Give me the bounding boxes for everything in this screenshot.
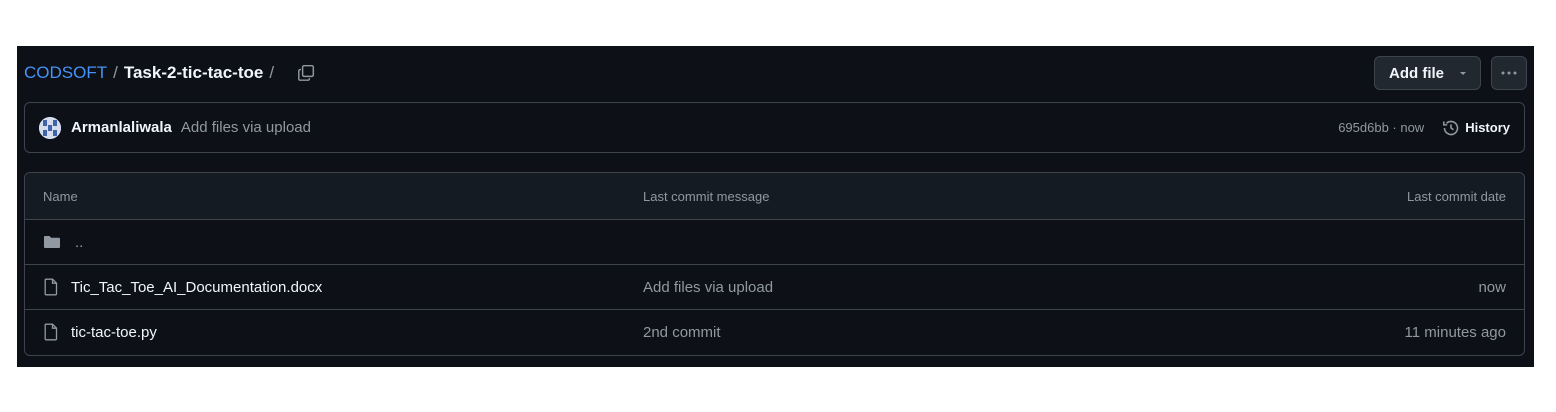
file-icon bbox=[44, 323, 58, 341]
breadcrumb-trailing-separator: / bbox=[269, 63, 275, 82]
latest-commit-bar: Armanlaliwala Add files via upload 695d6… bbox=[24, 102, 1525, 153]
copy-path-button[interactable] bbox=[292, 59, 320, 87]
breadcrumb: CODSOFT / Task-2-tic-tac-toe / bbox=[24, 54, 320, 92]
commit-message-link[interactable]: Add files via upload bbox=[181, 119, 311, 136]
commit-author-link[interactable]: Armanlaliwala bbox=[71, 119, 172, 136]
copy-icon bbox=[298, 64, 315, 81]
file-icon bbox=[44, 278, 58, 296]
column-header-commit-date: Last commit date bbox=[1407, 188, 1506, 204]
table-header-row: Name Last commit message Last commit dat… bbox=[25, 173, 1524, 219]
column-header-name: Name bbox=[43, 188, 78, 204]
path-header: CODSOFT / Task-2-tic-tac-toe / Add file bbox=[24, 54, 1527, 92]
file-table: Name Last commit message Last commit dat… bbox=[24, 172, 1525, 356]
table-row[interactable]: Tic_Tac_Toe_AI_Documentation.docx Add fi… bbox=[25, 264, 1524, 309]
column-header-commit-message: Last commit message bbox=[643, 188, 770, 204]
avatar[interactable] bbox=[39, 116, 61, 139]
folder-icon bbox=[44, 236, 60, 248]
file-commit-message-link[interactable]: Add files via upload bbox=[643, 265, 773, 309]
file-commit-message-link[interactable]: 2nd commit bbox=[643, 310, 721, 354]
more-options-button[interactable] bbox=[1491, 56, 1527, 90]
file-name-link[interactable]: Tic_Tac_Toe_AI_Documentation.docx bbox=[71, 279, 322, 296]
table-row-parent-directory[interactable]: .. bbox=[25, 219, 1524, 264]
repo-file-browser: CODSOFT / Task-2-tic-tac-toe / Add file bbox=[17, 46, 1534, 367]
breadcrumb-owner-link[interactable]: CODSOFT bbox=[24, 63, 107, 83]
add-file-label: Add file bbox=[1389, 64, 1444, 82]
breadcrumb-separator: / bbox=[113, 63, 118, 82]
parent-directory-link[interactable]: .. bbox=[75, 234, 83, 251]
kebab-horizontal-icon bbox=[1501, 71, 1517, 75]
commit-sha-time[interactable]: 695d6bb · now bbox=[1338, 120, 1424, 135]
file-commit-date: 11 minutes ago bbox=[1404, 323, 1506, 341]
table-row[interactable]: tic-tac-toe.py 2nd commit 11 minutes ago bbox=[25, 309, 1524, 354]
caret-down-icon bbox=[1460, 72, 1466, 75]
file-name-link[interactable]: tic-tac-toe.py bbox=[71, 324, 157, 341]
history-icon bbox=[1443, 120, 1459, 135]
file-commit-date: now bbox=[1478, 278, 1506, 296]
avatar-identicon bbox=[39, 116, 61, 139]
history-button[interactable]: History bbox=[1442, 119, 1510, 137]
add-file-button[interactable]: Add file bbox=[1374, 56, 1481, 90]
breadcrumb-current-folder: Task-2-tic-tac-toe bbox=[123, 63, 264, 82]
history-label: History bbox=[1465, 120, 1510, 135]
